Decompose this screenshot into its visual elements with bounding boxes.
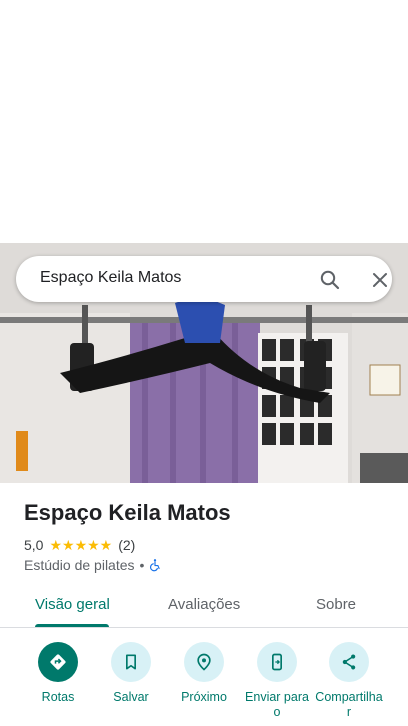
place-category: Estúdio de pilates — [24, 557, 135, 573]
share-circle — [329, 642, 369, 682]
rating-value: 5,0 — [24, 537, 44, 553]
map-area[interactable] — [0, 0, 408, 243]
bookmark-icon — [126, 654, 136, 670]
category-row: Estúdio de pilates • — [24, 556, 162, 574]
nearby-circle — [184, 642, 224, 682]
tab-overview[interactable]: Visão geral — [35, 596, 110, 613]
send-to-phone-circle — [257, 642, 297, 682]
close-icon[interactable] — [368, 268, 392, 292]
share-button[interactable]: Compartilhar — [304, 642, 394, 720]
search-bar[interactable]: Espaço Keila Matos — [16, 256, 392, 302]
directions-circle — [38, 642, 78, 682]
send-to-phone-icon — [272, 653, 282, 671]
place-tabs: Visão geral Avaliações Sobre — [0, 590, 408, 628]
review-count[interactable]: (2) — [118, 537, 135, 553]
save-circle — [111, 642, 151, 682]
share-icon — [342, 654, 356, 670]
send-to-phone-label: Enviar para o — [245, 690, 309, 719]
tab-reviews[interactable]: Avaliações — [168, 596, 240, 613]
tab-about[interactable]: Sobre — [316, 596, 356, 613]
separator: • — [139, 557, 145, 573]
action-bar: Rotas Salvar Próximo Enviar para o Compa… — [0, 642, 408, 726]
search-input[interactable]: Espaço Keila Matos — [40, 269, 181, 287]
place-title: Espaço Keila Matos — [24, 500, 231, 525]
rating-row[interactable]: 5,0 ★★★★★ (2) — [24, 536, 135, 554]
share-label: Compartilhar — [315, 690, 383, 719]
active-tab-indicator — [35, 624, 109, 627]
search-icon[interactable] — [318, 268, 342, 292]
nearby-icon — [197, 653, 211, 671]
directions-icon — [50, 654, 66, 670]
star-rating: ★★★★★ — [49, 536, 113, 553]
wheelchair-icon[interactable] — [148, 558, 162, 572]
